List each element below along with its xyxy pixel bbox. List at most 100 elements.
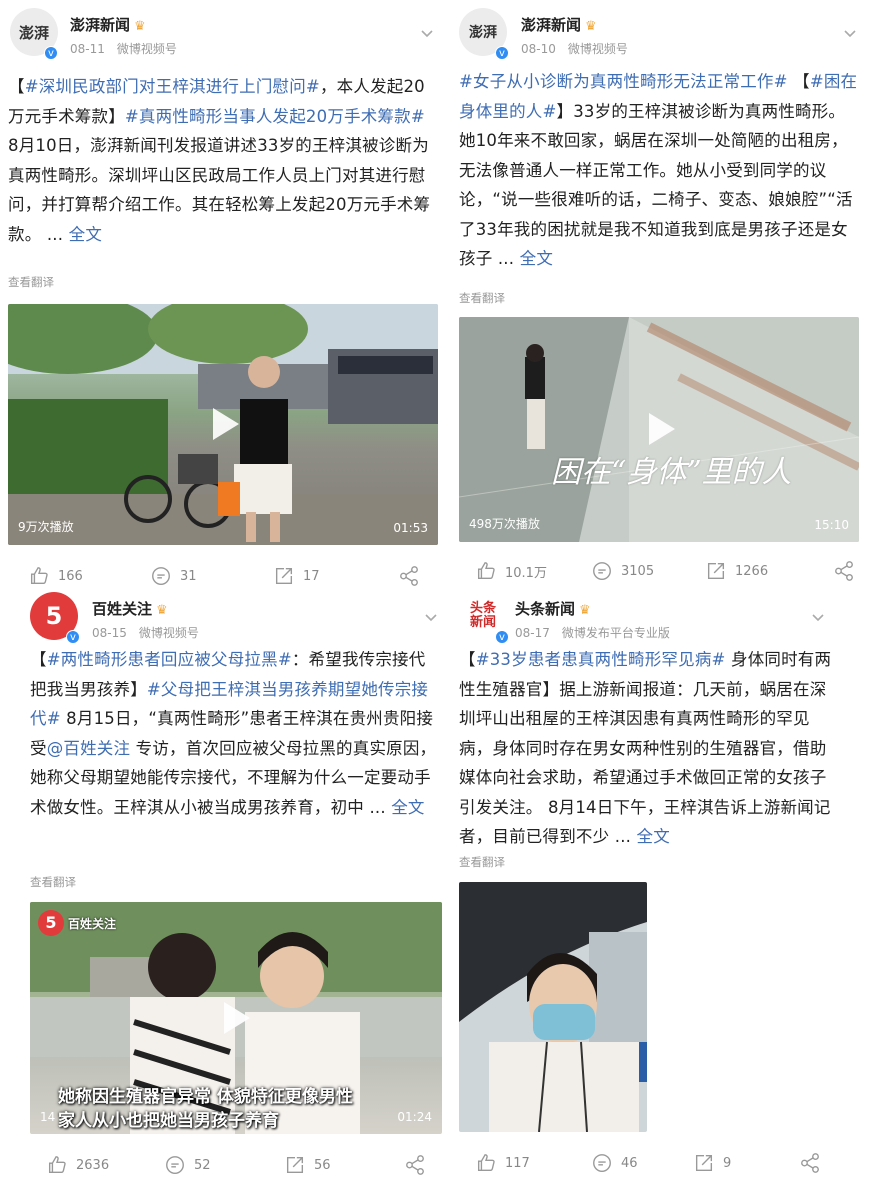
post-source: 微博视频号 <box>116 42 177 56</box>
repost-button[interactable]: 17 <box>273 565 320 587</box>
repost-icon <box>286 1156 304 1174</box>
view-count: 14 <box>40 1110 56 1124</box>
action-bar: 10.1万 3105 1266 <box>459 560 861 586</box>
weibo-post-1: 澎湃 v 澎湃新闻 ♛ 08-11 微博视频号 【#深圳民政部门对王梓淇进行上门慰问… <box>8 8 438 586</box>
translate-link[interactable]: 查看翻译 <box>459 854 505 870</box>
read-more-link[interactable]: 全文 <box>631 827 670 846</box>
post-meta: 08-15 微博视频号 <box>92 624 199 641</box>
hashtag-link[interactable]: #女子从小诊断为真两性畸形无法正常工作# <box>459 72 788 91</box>
like-button[interactable]: 117 <box>475 1152 530 1174</box>
comment-count: 3105 <box>621 563 655 579</box>
share-icon[interactable] <box>833 560 855 586</box>
author-name[interactable]: 百姓关注 ♛ <box>92 598 168 619</box>
chevron-down-icon[interactable] <box>843 26 857 40</box>
play-icon[interactable] <box>649 413 675 445</box>
action-bar: 117 46 9 <box>459 1152 861 1178</box>
play-icon[interactable] <box>224 1002 250 1034</box>
post-text: 【#两性畸形患者回应被父母拉黑#：希望我传宗接代 把我当男孩养】#父母把王梓淇当… <box>30 645 442 822</box>
video-duration: 01:53 <box>393 521 428 535</box>
translate-link[interactable]: 查看翻译 <box>459 290 505 306</box>
like-count: 166 <box>58 568 83 584</box>
like-button[interactable]: 10.1万 <box>475 560 547 582</box>
photo[interactable] <box>459 882 647 1132</box>
author-name[interactable]: 澎湃新闻 ♛ <box>70 14 146 35</box>
post-date: 08-10 <box>521 42 556 56</box>
author-name[interactable]: 头条新闻 ♛ <box>515 598 591 619</box>
like-count: 2636 <box>76 1157 110 1173</box>
thumbs-up-icon <box>477 1154 495 1172</box>
translate-link[interactable]: 查看翻译 <box>30 874 76 890</box>
repost-icon <box>707 562 725 580</box>
post-text: 【#33岁患者患真两性畸形罕见病# 身体同时有两性生殖器官】据上游新闻报道：几天… <box>459 645 839 852</box>
hashtag-link[interactable]: #两性畸形患者回应被父母拉黑# <box>47 650 292 669</box>
chevron-down-icon[interactable] <box>424 610 438 624</box>
verified-icon: v <box>44 46 58 60</box>
like-button[interactable]: 2636 <box>46 1154 109 1176</box>
post-meta: 08-10 微博视频号 <box>521 40 628 57</box>
post-text-segment: 【 <box>30 650 47 669</box>
comment-icon <box>593 1154 611 1172</box>
repost-button[interactable]: 9 <box>693 1152 731 1174</box>
repost-count: 9 <box>723 1155 732 1171</box>
share-icon[interactable] <box>404 1154 426 1180</box>
mention-link[interactable]: @百姓关注 <box>47 739 131 758</box>
comment-count: 52 <box>194 1157 211 1173</box>
comment-icon <box>152 567 170 585</box>
weibo-post-3: 5 v 百姓关注 ♛ 08-15 微博视频号 【#两性畸形患者回应被父母拉黑#：希望… <box>30 592 442 1182</box>
verified-icon: v <box>495 630 509 644</box>
post-header: 澎湃 v 澎湃新闻 ♛ 08-10 微博视频号 <box>459 8 861 64</box>
post-text-segment: 【 <box>8 77 25 96</box>
read-more-link[interactable]: 全文 <box>386 798 425 817</box>
comment-button[interactable]: 52 <box>164 1154 211 1176</box>
action-bar: 166 31 17 <box>8 565 438 591</box>
like-button[interactable]: 166 <box>28 565 83 587</box>
post-source: 微博视频号 <box>567 42 628 56</box>
read-more-link[interactable]: 全文 <box>514 249 553 268</box>
repost-button[interactable]: 56 <box>284 1154 331 1176</box>
crown-icon: ♛ <box>134 19 146 34</box>
video-duration: 15:10 <box>814 518 849 532</box>
post-header: 5 v 百姓关注 ♛ 08-15 微博视频号 <box>30 592 442 648</box>
repost-icon <box>695 1154 713 1172</box>
post-date: 08-15 <box>92 626 127 640</box>
translate-link[interactable]: 查看翻译 <box>8 274 54 290</box>
crown-icon: ♛ <box>579 603 591 618</box>
play-icon[interactable] <box>213 408 239 440</box>
video-thumbnail[interactable]: 5 百姓关注 她称因生殖器官异常 体貌特征更像男性 家人从小也把她当男孩子养育 … <box>30 902 442 1134</box>
like-count: 117 <box>505 1155 530 1171</box>
comment-button[interactable]: 31 <box>150 565 197 587</box>
comment-count: 31 <box>180 568 197 584</box>
comment-button[interactable]: 3105 <box>591 560 654 582</box>
video-thumbnail[interactable]: 9万次播放 01:53 <box>8 304 438 545</box>
channel-logo-icon: 5 <box>38 910 64 936</box>
video-thumbnail[interactable]: 困在“身体”里的人 498万次播放 15:10 <box>459 317 859 542</box>
view-count: 9万次播放 <box>18 520 74 534</box>
post-header: 头条新闻 v 头条新闻 ♛ 08-17 微博发布平台专业版 <box>459 592 861 648</box>
comment-icon <box>166 1156 184 1174</box>
post-text-segment: 身体同时有两性生殖器官】据上游新闻报道：几天前，蜗居在深圳坪山出租屋的王梓淇因患… <box>459 650 832 846</box>
repost-icon <box>275 567 293 585</box>
hashtag-link[interactable]: #深圳民政部门对王梓淇进行上门慰问# <box>25 77 320 96</box>
comment-icon <box>593 562 611 580</box>
like-count: 10.1万 <box>505 565 547 581</box>
post-meta: 08-11 微博视频号 <box>70 40 177 57</box>
view-count: 498万次播放 <box>469 517 540 531</box>
comment-button[interactable]: 46 <box>591 1152 638 1174</box>
author-name[interactable]: 澎湃新闻 ♛ <box>521 14 597 35</box>
repost-count: 1266 <box>735 563 769 579</box>
hashtag-link[interactable]: #真两性畸形当事人发起20万手术筹款# <box>125 107 425 126</box>
read-more-link[interactable]: 全文 <box>63 225 102 244</box>
share-icon[interactable] <box>398 565 420 591</box>
post-header: 澎湃 v 澎湃新闻 ♛ 08-11 微博视频号 <box>8 8 438 64</box>
chevron-down-icon[interactable] <box>420 26 434 40</box>
author-label: 澎湃新闻 <box>521 16 582 34</box>
subtitle-line-2: 家人从小也把她当男孩子养育 <box>58 1111 279 1131</box>
weibo-post-2: 澎湃 v 澎湃新闻 ♛ 08-10 微博视频号 #女子从小诊断为真两性畸形无法正常工… <box>459 8 861 581</box>
weibo-post-4: 头条新闻 v 头条新闻 ♛ 08-17 微博发布平台专业版 【#33岁患者患真两性畸… <box>459 592 861 1182</box>
chevron-down-icon[interactable] <box>811 610 825 624</box>
post-date: 08-17 <box>515 626 550 640</box>
share-icon[interactable] <box>799 1152 821 1178</box>
post-text-segment: 】33岁的王梓淇被诊断为真两性畸形。她10年来不敢回家，蜗居在深圳一处简陋的出租… <box>459 101 853 269</box>
hashtag-link[interactable]: #33岁患者患真两性畸形罕见病# <box>476 650 726 669</box>
repost-button[interactable]: 1266 <box>705 560 768 582</box>
